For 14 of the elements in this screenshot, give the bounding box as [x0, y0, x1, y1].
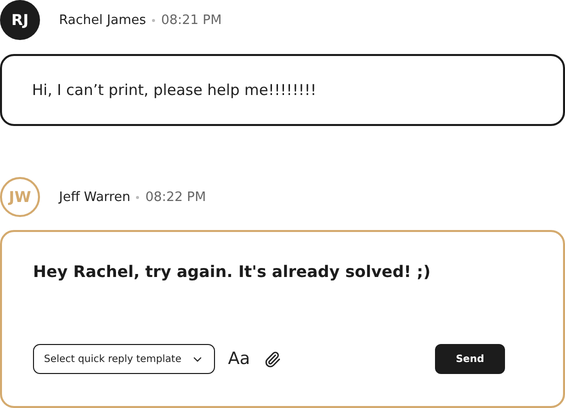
message-time: 08:22 PM	[145, 190, 206, 204]
send-button[interactable]: Send	[435, 344, 505, 374]
message-text: Hi, I can’t print, please help me!!!!!!!!	[32, 81, 316, 99]
attach-button[interactable]	[264, 350, 282, 368]
avatar: RJ	[0, 0, 40, 40]
author-name: Rachel James	[59, 12, 146, 28]
separator-dot	[136, 196, 140, 198]
paperclip-icon	[264, 350, 282, 368]
template-select[interactable]: Select quick reply template	[33, 344, 215, 374]
font-button[interactable]: Aa	[228, 349, 250, 369]
message-time: 08:21 PM	[161, 12, 222, 28]
separator-dot	[152, 18, 156, 22]
author-name: Jeff Warren	[59, 190, 130, 204]
avatar: JW	[0, 177, 40, 217]
